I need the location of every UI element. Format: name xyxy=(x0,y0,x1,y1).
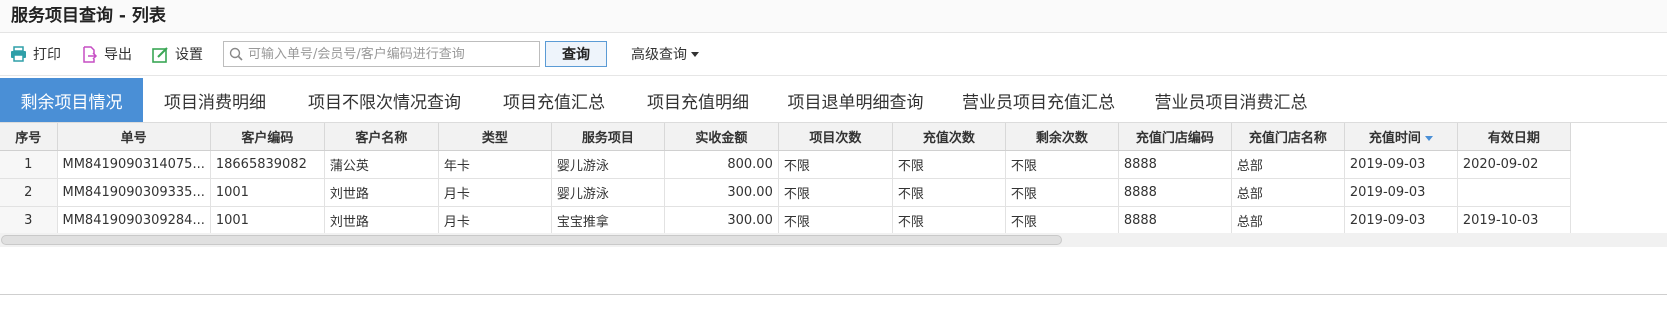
cell-store-code: 8888 xyxy=(1118,178,1232,207)
tab-bar: 剩余项目情况 项目消费明细 项目不限次情况查询 项目充值汇总 项目充值明细 项目… xyxy=(0,78,1667,123)
table-header-row: 序号 单号 客户编码 客户名称 类型 服务项目 实收金额 项目次数 充值次数 剩… xyxy=(0,123,1571,151)
data-grid: 序号 单号 客户编码 客户名称 类型 服务项目 实收金额 项目次数 充值次数 剩… xyxy=(0,123,1667,235)
advanced-query-button[interactable]: 高级查询 xyxy=(631,44,699,64)
cell-recharge-time: 2019-09-03 xyxy=(1344,150,1458,179)
tab-staff-consumption-summary[interactable]: 营业员项目消费汇总 xyxy=(1136,78,1326,122)
cell-customer-code: 18665839082 xyxy=(210,150,325,179)
tab-recharge-summary[interactable]: 项目充值汇总 xyxy=(482,78,626,122)
cell-order-no: MM8419090309284... xyxy=(57,206,211,235)
query-button[interactable]: 查询 xyxy=(545,41,607,67)
cell-recharge-time: 2019-09-03 xyxy=(1344,178,1458,207)
caret-down-icon xyxy=(691,51,699,57)
cell-remaining-count: 不限 xyxy=(1005,178,1119,207)
column-header[interactable]: 序号 xyxy=(0,123,58,151)
print-label: 打印 xyxy=(33,47,61,63)
column-header[interactable]: 服务项目 xyxy=(551,123,665,151)
printer-icon xyxy=(11,46,26,62)
tab-remaining-items[interactable]: 剩余项目情况 xyxy=(0,78,143,122)
row-index: 1 xyxy=(0,150,58,179)
row-index: 2 xyxy=(0,178,58,207)
cell-valid-date: 2020-09-02 xyxy=(1457,150,1571,179)
cell-recharge-count: 不限 xyxy=(892,178,1006,207)
cell-remaining-count: 不限 xyxy=(1005,206,1119,235)
sort-desc-icon xyxy=(1424,136,1433,141)
cell-amount: 300.00 xyxy=(664,178,779,207)
tab-refund-detail[interactable]: 项目退单明细查询 xyxy=(770,78,941,122)
table-row[interactable]: 2 MM8419090309335... 1001 刘世路 月卡 婴儿游泳 30… xyxy=(0,178,1571,207)
horizontal-scrollbar[interactable] xyxy=(0,233,1667,247)
column-header[interactable]: 实收金额 xyxy=(664,123,779,151)
page-title: 服务项目查询 - 列表 xyxy=(0,0,1667,33)
toolbar: 打印 导出 设置 查询 高级查询 xyxy=(0,33,1667,76)
search-input[interactable] xyxy=(224,42,539,66)
column-header-sorted[interactable]: 充值时间 xyxy=(1344,123,1458,151)
settings-button[interactable]: 设置 xyxy=(152,44,203,64)
row-index: 3 xyxy=(0,206,58,235)
export-icon xyxy=(83,45,98,63)
edit-settings-icon xyxy=(152,46,168,63)
cell-item-count: 不限 xyxy=(778,206,893,235)
cell-customer-name: 刘世路 xyxy=(324,206,439,235)
cell-store-name: 总部 xyxy=(1231,150,1345,179)
tab-unlimited-query[interactable]: 项目不限次情况查询 xyxy=(287,78,482,122)
cell-recharge-count: 不限 xyxy=(892,206,1006,235)
cell-service-item: 宝宝推拿 xyxy=(551,206,665,235)
table-row[interactable]: 1 MM8419090314075... 18665839082 蒲公英 年卡 … xyxy=(0,150,1571,179)
cell-amount: 300.00 xyxy=(664,206,779,235)
tab-recharge-detail[interactable]: 项目充值明细 xyxy=(626,78,770,122)
search-box xyxy=(223,41,540,67)
cell-service-item: 婴儿游泳 xyxy=(551,150,665,179)
cell-type: 月卡 xyxy=(438,206,552,235)
export-label: 导出 xyxy=(104,47,132,63)
cell-customer-code: 1001 xyxy=(210,206,325,235)
cell-valid-date xyxy=(1457,178,1571,207)
table-row[interactable]: 3 MM8419090309284... 1001 刘世路 月卡 宝宝推拿 30… xyxy=(0,206,1571,235)
scrollbar-thumb[interactable] xyxy=(1,235,1062,245)
settings-label: 设置 xyxy=(175,47,203,63)
cell-order-no: MM8419090309335... xyxy=(57,178,211,207)
cell-customer-name: 蒲公英 xyxy=(324,150,439,179)
cell-store-code: 8888 xyxy=(1118,206,1232,235)
column-header[interactable]: 充值门店名称 xyxy=(1231,123,1345,151)
column-header-label: 充值时间 xyxy=(1368,131,1421,146)
column-header[interactable]: 充值次数 xyxy=(892,123,1006,151)
export-button[interactable]: 导出 xyxy=(81,44,132,64)
search-icon xyxy=(229,47,243,61)
cell-customer-name: 刘世路 xyxy=(324,178,439,207)
cell-recharge-time: 2019-09-03 xyxy=(1344,206,1458,235)
cell-item-count: 不限 xyxy=(778,178,893,207)
cell-amount: 800.00 xyxy=(664,150,779,179)
column-header[interactable]: 充值门店编码 xyxy=(1118,123,1232,151)
tab-consumption-detail[interactable]: 项目消费明细 xyxy=(143,78,287,122)
tab-staff-recharge-summary[interactable]: 营业员项目充值汇总 xyxy=(941,78,1136,122)
cell-remaining-count: 不限 xyxy=(1005,150,1119,179)
cell-store-code: 8888 xyxy=(1118,150,1232,179)
column-header[interactable]: 剩余次数 xyxy=(1005,123,1119,151)
cell-order-no: MM8419090314075... xyxy=(57,150,211,179)
column-header[interactable]: 项目次数 xyxy=(778,123,893,151)
cell-store-name: 总部 xyxy=(1231,206,1345,235)
column-header[interactable]: 客户编码 xyxy=(210,123,325,151)
cell-service-item: 婴儿游泳 xyxy=(551,178,665,207)
cell-item-count: 不限 xyxy=(778,150,893,179)
column-header[interactable]: 客户名称 xyxy=(324,123,439,151)
cell-customer-code: 1001 xyxy=(210,178,325,207)
results-table: 序号 单号 客户编码 客户名称 类型 服务项目 实收金额 项目次数 充值次数 剩… xyxy=(0,123,1571,235)
print-button[interactable]: 打印 xyxy=(10,44,61,64)
column-header[interactable]: 有效日期 xyxy=(1457,123,1571,151)
advanced-query-label: 高级查询 xyxy=(631,47,687,63)
cell-valid-date: 2019-10-03 xyxy=(1457,206,1571,235)
column-header[interactable]: 单号 xyxy=(57,123,211,151)
cell-recharge-count: 不限 xyxy=(892,150,1006,179)
cell-type: 年卡 xyxy=(438,150,552,179)
column-header[interactable]: 类型 xyxy=(438,123,552,151)
cell-store-name: 总部 xyxy=(1231,178,1345,207)
cell-type: 月卡 xyxy=(438,178,552,207)
divider xyxy=(0,294,1667,295)
